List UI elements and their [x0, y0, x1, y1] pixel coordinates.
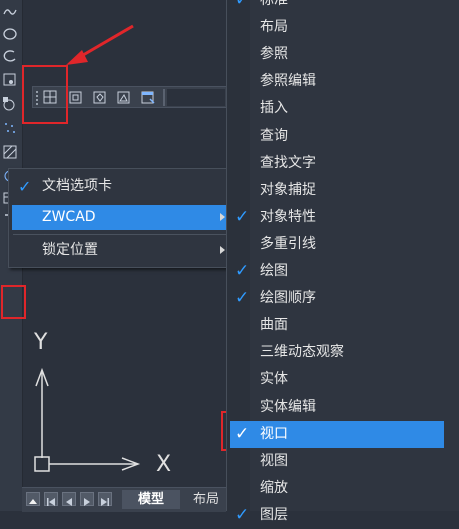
toolbar-menu-item-label: 三维动态观察 [260, 344, 344, 361]
clip-viewport-icon[interactable] [139, 89, 157, 106]
toolbar-menu-item-label: 图层 [260, 506, 288, 523]
toolbar-menu-item-label: 视图 [260, 452, 288, 469]
first-arrow-icon [47, 498, 55, 506]
toolbar-menu-item[interactable]: 缩放 [230, 475, 444, 502]
checkmark-icon: ✓ [235, 504, 250, 525]
toolbar-menu-item-label: 查找文字 [260, 154, 316, 171]
toolbar-menu-item-label: 布局 [260, 19, 288, 36]
checkmark-icon: ✓ [18, 177, 32, 196]
context-menu: ✓ 文档选项卡 ZWCAD 锁定位置 [8, 168, 235, 268]
toolbar-menu-item-label: 绘图顺序 [260, 290, 316, 307]
hatch-tool-icon[interactable] [2, 144, 18, 160]
toolbar-list-menu: ✓ 标准布局参照参照编辑插入查询查找文字对象捕捉 ✓ 对象特性多重引线 ✓ 绘图 ✓ 绘图顺序… [226, 0, 459, 525]
next-tab-button[interactable] [80, 492, 94, 506]
annotation-box-left-edge [1, 285, 26, 319]
toolbar-menu-item[interactable]: ✓ 视口 [230, 420, 444, 448]
toolbar-separator [163, 89, 165, 106]
toolbar-menu-item[interactable]: 对象捕捉 [230, 177, 444, 204]
toolbar-menu-item-label: 参照编辑 [260, 73, 316, 90]
toolbar-menu-item-label: 多重引线 [260, 235, 316, 252]
toolbar-menu-item-label: 缩放 [260, 479, 288, 496]
tab-model[interactable]: 模型 [122, 490, 180, 509]
toolbar-menu-item-label: 绘图 [260, 263, 288, 279]
insert-block-tool-icon[interactable] [2, 72, 18, 88]
polygonal-viewport-icon[interactable] [91, 89, 109, 106]
menu-item-document-tabs[interactable]: ✓ 文档选项卡 [12, 174, 231, 199]
menu-item-zwcad[interactable]: ZWCAD [12, 205, 231, 230]
toolbar-menu-item[interactable]: 视图 [230, 448, 444, 475]
layout-tab-bar: 模型 布局 [22, 487, 226, 512]
toolbar-menu-item[interactable]: ✓ 图层 [230, 502, 444, 529]
left-arrow-icon [66, 498, 72, 506]
toolbar-menu-item-label: 查询 [260, 127, 288, 144]
ellipse-tool-icon[interactable] [2, 26, 18, 42]
submenu-arrow-icon [220, 246, 225, 254]
toolbar-menu-item[interactable]: 实体 [230, 366, 444, 393]
toolbar-menu-item-label: 插入 [260, 100, 288, 117]
toolbar-menu-item[interactable]: 多重引线 [230, 231, 444, 258]
checkmark-icon: ✓ [235, 206, 250, 227]
checkmark-icon: ✓ [235, 0, 250, 10]
toolbar-menu-item-label: 标准 [260, 0, 288, 8]
toolbar-menu-item[interactable]: ✓ 标准 [230, 0, 444, 14]
toolbar-menu-item[interactable]: 查找文字 [230, 150, 444, 177]
ucs-x-label: X [156, 452, 172, 477]
toolbar-menu-item-label: 对象特性 [260, 208, 316, 225]
tab-layout[interactable]: 布局 [188, 490, 224, 509]
up-arrow-icon [29, 499, 37, 504]
toolbar-menu-item-label: 视口 [260, 425, 288, 442]
toolbar-menu-item-label: 对象捕捉 [260, 181, 316, 198]
prev-tab-button[interactable] [62, 492, 76, 506]
toolbar-menu-item[interactable]: 插入 [230, 95, 444, 122]
annotation-arrow-icon [66, 24, 134, 65]
make-block-tool-icon[interactable] [2, 96, 18, 112]
menu-separator [13, 234, 230, 235]
first-tab-button[interactable] [26, 492, 40, 506]
toolbar-menu-item[interactable]: 实体编辑 [230, 394, 444, 421]
toolbar-menu-item[interactable]: 布局 [230, 14, 444, 41]
submenu-arrow-icon [220, 213, 225, 221]
last-tab-button[interactable] [98, 492, 112, 506]
single-viewport-icon[interactable] [67, 89, 85, 106]
toolbar-menu-item-label: 实体编辑 [260, 398, 316, 415]
spline-tool-icon[interactable] [2, 4, 18, 20]
toolbar-menu-item-label: 参照 [260, 46, 288, 63]
ucs-y-label: Y [34, 330, 48, 355]
checkmark-icon: ✓ [235, 423, 250, 444]
prev-first-button[interactable] [44, 492, 58, 506]
toolbar-menu-item[interactable]: 参照编辑 [230, 68, 444, 95]
toolbar-menu-item[interactable]: ✓ 绘图顺序 [230, 285, 444, 312]
toolbar-menu-item-label: 实体 [260, 371, 288, 388]
last-arrow-icon [101, 498, 109, 506]
toolbar-menu-item[interactable]: 参照 [230, 41, 444, 68]
menu-item-lock-position[interactable]: 锁定位置 [12, 238, 231, 263]
right-arrow-icon [84, 498, 90, 506]
object-viewport-icon[interactable] [115, 89, 133, 106]
viewport-scale-field[interactable] [167, 89, 225, 106]
toolbar-menu-item-label: 曲面 [260, 317, 288, 334]
annotation-box-toolbar-icon [22, 65, 68, 124]
toolbar-menu-item[interactable]: ✓ 绘图 [230, 258, 444, 285]
toolbar-menu-item[interactable]: 查询 [230, 123, 444, 150]
ellipse-arc-tool-icon[interactable] [2, 48, 18, 64]
toolbar-menu-item[interactable]: ✓ 对象特性 [230, 204, 444, 231]
point-tool-icon[interactable] [2, 120, 18, 136]
toolbar-menu-item[interactable]: 曲面 [230, 312, 444, 339]
checkmark-icon: ✓ [235, 288, 250, 309]
toolbar-menu-item[interactable]: 三维动态观察 [230, 339, 444, 366]
checkmark-icon: ✓ [235, 261, 250, 281]
